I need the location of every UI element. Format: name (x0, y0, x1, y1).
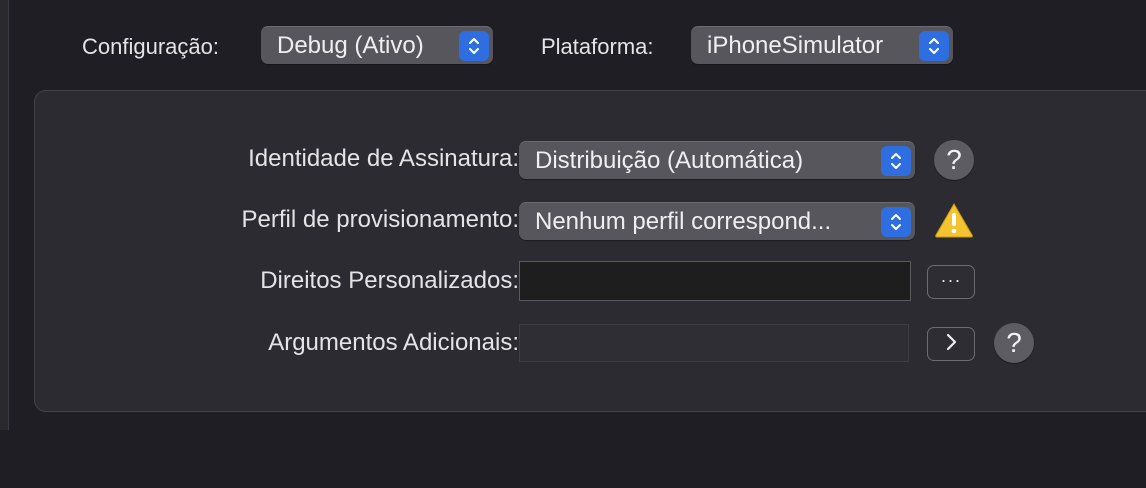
additional-arguments-field[interactable] (519, 324, 909, 362)
configuration-popup[interactable]: Debug (Ativo) (261, 26, 493, 64)
platform-popup[interactable]: iPhoneSimulator (691, 26, 953, 64)
expand-arguments-button[interactable] (927, 327, 975, 361)
configuration-toolbar: Configuração: Debug (Ativo) Plataforma: … (0, 26, 1146, 66)
provisioning-profile-value: Nenhum perfil correspond... (535, 207, 832, 235)
platform-label: Plataforma: (541, 34, 654, 59)
ellipsis-icon: ··· (940, 269, 962, 290)
signing-identity-help-button[interactable]: ? (934, 140, 974, 180)
chevron-updown-icon (459, 31, 489, 61)
chevron-updown-icon (881, 146, 911, 176)
warning-triangle-icon[interactable] (934, 201, 974, 239)
signing-identity-popup[interactable]: Distribuição (Automática) (519, 141, 915, 179)
chevron-right-icon (944, 332, 958, 357)
custom-entitlements-field[interactable] (519, 261, 911, 301)
chevron-updown-icon (919, 31, 949, 61)
signing-identity-label: Identidade de Assinatura: (248, 145, 519, 172)
custom-entitlements-label: Direitos Personalizados: (260, 267, 519, 294)
question-mark-icon: ? (946, 144, 962, 175)
chevron-updown-icon (881, 207, 911, 237)
browse-entitlements-button[interactable]: ··· (927, 265, 975, 299)
signing-identity-value: Distribuição (Automática) (535, 146, 804, 174)
question-mark-icon: ? (1006, 327, 1022, 358)
additional-arguments-label: Argumentos Adicionais: (268, 329, 519, 356)
signing-settings-panel: Identidade de Assinatura: Distribuição (… (34, 90, 1146, 412)
provisioning-profile-label: Perfil de provisionamento: (241, 206, 519, 233)
provisioning-profile-popup[interactable]: Nenhum perfil correspond... (519, 202, 915, 240)
additional-arguments-help-button[interactable]: ? (994, 323, 1034, 363)
configuration-label: Configuração: (82, 34, 219, 59)
platform-value: iPhoneSimulator (707, 31, 884, 59)
